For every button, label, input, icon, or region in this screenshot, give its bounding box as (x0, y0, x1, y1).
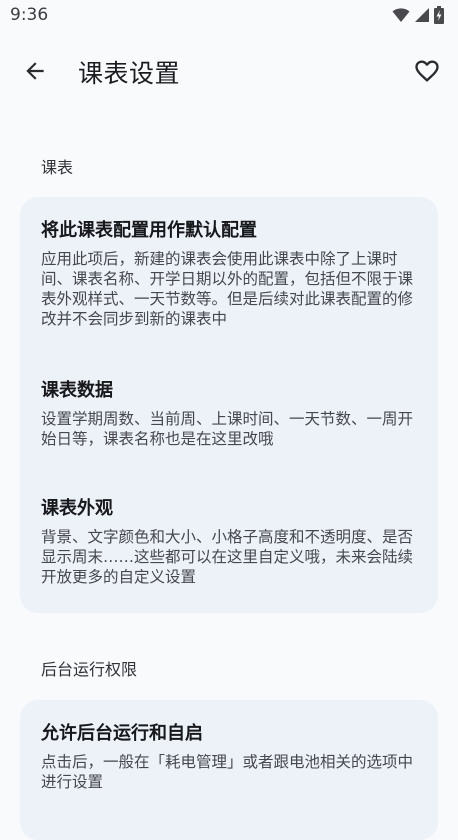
allow-background-item[interactable]: 允许后台运行和自启 点击后，一般在「耗电管理」或者跟电池相关的选项中进行设置 (41, 722, 421, 792)
item-description: 点击后，一般在「耗电管理」或者跟电池相关的选项中进行设置 (41, 753, 414, 791)
timetable-data-item[interactable]: 课表数据 设置学期周数、当前周、上课时间、一天节数、一周开始日等，课表名称也是在… (41, 379, 421, 449)
heart-outline-icon (413, 57, 441, 89)
app-bar: 课表设置 (0, 40, 458, 104)
timetable-appearance-item[interactable]: 课表外观 背景、文字颜色和大小、小格子高度和不透明度、是否显示周末……这些都可以… (41, 497, 421, 587)
item-title: 课表数据 (41, 380, 113, 401)
battery-charging-icon (434, 6, 444, 28)
item-description: 应用此项后，新建的课表会使用此课表中除了上课时间、课表名称、开学日期以外的配置，… (41, 250, 414, 328)
status-icons (392, 6, 444, 28)
page-title: 课表设置 (78, 59, 181, 88)
default-config-item[interactable]: 将此课表配置用作默认配置 应用此项后，新建的课表会使用此课表中除了上课时间、课表… (41, 219, 421, 329)
arrow-back-icon (22, 58, 48, 88)
item-description: 设置学期周数、当前周、上课时间、一天节数、一周开始日等，课表名称也是在这里改哦 (41, 410, 414, 448)
signal-icon (414, 7, 430, 27)
favorite-button[interactable] (406, 52, 448, 94)
section-label-timetable: 课表 (41, 158, 74, 177)
status-time: 9:36 (10, 5, 49, 25)
status-bar: 9:36 (0, 0, 458, 32)
item-description: 背景、文字颜色和大小、小格子高度和不透明度、是否显示周末……这些都可以在这里自定… (41, 528, 414, 586)
timetable-settings-card: 将此课表配置用作默认配置 应用此项后，新建的课表会使用此课表中除了上课时间、课表… (20, 197, 438, 613)
item-title: 课表外观 (41, 498, 113, 519)
wifi-icon (392, 7, 410, 27)
item-title: 将此课表配置用作默认配置 (41, 220, 257, 241)
section-label-background: 后台运行权限 (41, 660, 138, 679)
item-title: 允许后台运行和自启 (41, 723, 203, 744)
background-permission-card: 允许后台运行和自启 点击后，一般在「耗电管理」或者跟电池相关的选项中进行设置 (20, 700, 438, 840)
back-button[interactable] (14, 52, 56, 94)
